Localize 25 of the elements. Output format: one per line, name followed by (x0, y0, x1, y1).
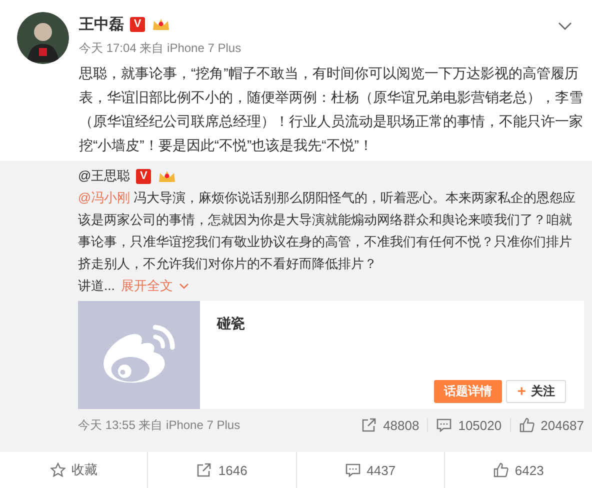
author-name[interactable]: 王中磊 (79, 14, 124, 34)
avatar[interactable] (17, 12, 69, 64)
stat-count: 105020 (458, 418, 502, 432)
share-icon (196, 462, 212, 478)
post-meta: 今天 17:04 来自 iPhone 7 Plus (79, 40, 242, 57)
chevron-down-icon[interactable] (558, 22, 572, 30)
author-name[interactable]: @王思聪 (78, 167, 130, 185)
comment-icon (436, 417, 452, 433)
comment-icon (344, 462, 361, 478)
truncated-text: 讲道... (78, 277, 115, 295)
repost-meta: 今天 13:55 来自 iPhone 7 Plus (78, 416, 240, 434)
stat-count: 48808 (383, 418, 420, 432)
star-icon (50, 462, 66, 478)
thumbs-up-icon (492, 462, 509, 478)
caret-icon (178, 283, 189, 289)
stat-count: 204687 (540, 418, 584, 432)
share-icon (361, 417, 378, 433)
topic-title: 碰瓷 (217, 315, 246, 333)
verified-badge: V (130, 16, 145, 32)
repost-text: @冯小刚 冯大导演，麻烦你说话别那么阴阳怪气的，听着恶心。本来两家私企的恩怨应该是两家公司的事情，怎就因为你是大导演就能煽动网络群众和舆论来喷我们了？咱就事论事，只准华谊挖我们有敬业协议在身的高管，不准我们有任何不悦？只准你们排片挤走别人，不允许我们对你片的不看好而降低排片？ (78, 189, 577, 273)
post-text: 思聪，就事论事，“挖角”帽子不敢当，有时间你可以阅览一下万达影视的高管履历表，华谊旧部比例不小的，随便举两例：杜杨（原华谊兄弟电影营销老总），李雪（原华谊经纪公司联席总经理）！行业人员流动是职场正常的事情，不能只许一家挖“小墙皮”！要是因此“不悦”也该是我先“不悦”！ (79, 64, 584, 155)
topic-card[interactable]: 碰瓷 话题详情 + 关注 (78, 301, 584, 409)
thumbs-up-icon (518, 417, 535, 433)
follow-button[interactable]: + 关注 (506, 380, 566, 403)
verified-badge: V (136, 168, 152, 184)
